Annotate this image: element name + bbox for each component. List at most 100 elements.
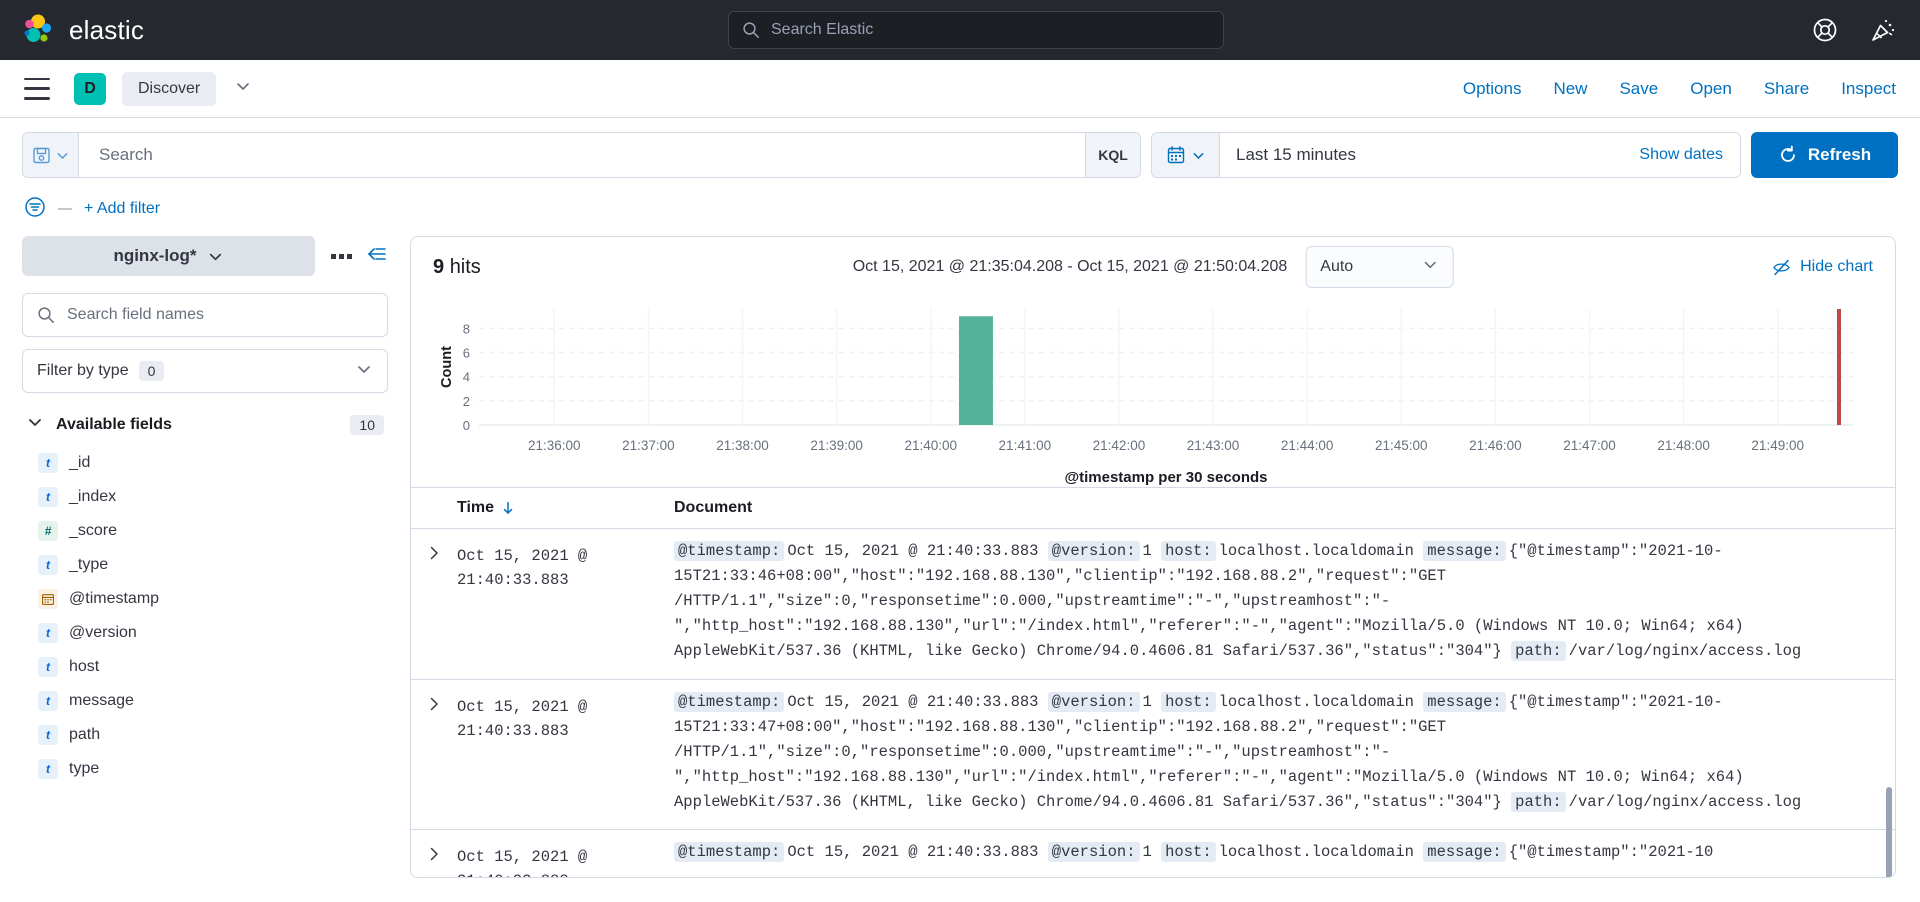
hits-label: hits: [449, 255, 481, 278]
menu-toggle-icon[interactable]: [24, 77, 50, 100]
field-item-type[interactable]: t _type: [22, 548, 388, 582]
hide-chart-button[interactable]: Hide chart: [1772, 258, 1873, 277]
column-header-time-label: Time: [457, 499, 495, 516]
doc-field-key: @version:: [1047, 541, 1140, 561]
x-tick-label: 21:42:00: [1093, 438, 1146, 453]
nav-new-button[interactable]: New: [1553, 79, 1587, 99]
nav-save-button[interactable]: Save: [1619, 79, 1658, 99]
field-name: _score: [69, 522, 118, 539]
field-type-string-icon: t: [38, 691, 58, 711]
chevron-down-icon[interactable]: [234, 77, 252, 100]
date-quick-select-button[interactable]: [1152, 133, 1220, 177]
field-item-type[interactable]: t type: [22, 752, 388, 786]
available-fields-label: Available fields: [56, 415, 172, 433]
expand-row-icon[interactable]: [411, 840, 457, 877]
document-table-header: Time Document: [411, 487, 1895, 529]
top-nav-actions: Options New Save Open Share Inspect: [1463, 79, 1896, 99]
doc-field-key: host:: [1161, 842, 1216, 863]
saved-query-button[interactable]: [23, 133, 79, 177]
expand-row-icon[interactable]: [411, 690, 457, 816]
nav-options-button[interactable]: Options: [1463, 79, 1522, 99]
query-bar: Search KQL Last 15 minutes Show dates Re…: [0, 118, 1920, 178]
x-tick-label: 21:36:00: [528, 438, 581, 453]
date-range-value[interactable]: Last 15 minutes: [1220, 145, 1639, 165]
y-tick-label: 4: [463, 370, 470, 385]
field-item-timestamp[interactable]: @timestamp: [22, 582, 388, 616]
refresh-button[interactable]: Refresh: [1751, 132, 1898, 178]
field-search-placeholder: Search field names: [67, 306, 204, 323]
global-header: elastic Search Elastic: [0, 0, 1920, 60]
hits-number: 9: [433, 255, 445, 278]
chevron-down-icon: [209, 253, 221, 260]
chart-header: 9 hits Oct 15, 2021 @ 21:35:04.208 - Oct…: [411, 237, 1895, 297]
column-header-document[interactable]: Document: [674, 499, 752, 517]
doc-field-value: localhost.localdomain: [1218, 692, 1424, 711]
table-row[interactable]: Oct 15, 2021 @ 21:40:33.883@timestamp:Oc…: [411, 830, 1895, 877]
filter-divider: [58, 208, 72, 210]
doc-field-key: host:: [1161, 691, 1216, 712]
field-item-score[interactable]: # _score: [22, 514, 388, 548]
column-header-time[interactable]: Time: [411, 499, 674, 517]
chevron-down-icon: [1193, 152, 1203, 159]
breadcrumb-discover[interactable]: Discover: [122, 71, 217, 106]
field-name: type: [69, 760, 100, 777]
index-pattern-row: nginx-log*: [22, 236, 388, 276]
field-name: _id: [69, 454, 91, 471]
field-search-input[interactable]: Search field names: [22, 293, 388, 337]
filter-by-type-count: 0: [138, 361, 165, 381]
nav-share-button[interactable]: Share: [1764, 79, 1809, 99]
filter-by-type-select[interactable]: Filter by type 0: [22, 349, 388, 393]
elastic-logo-icon: [24, 14, 52, 42]
query-language-button[interactable]: KQL: [1085, 133, 1140, 177]
available-fields-header[interactable]: Available fields 10: [22, 413, 388, 436]
doc-field-value: localhost.localdomain: [1218, 542, 1424, 560]
filter-by-type-label: Filter by type: [37, 362, 129, 379]
field-item-message[interactable]: t message: [22, 684, 388, 718]
index-pattern-selector[interactable]: nginx-log*: [22, 236, 315, 276]
field-item-version[interactable]: t @version: [22, 616, 388, 650]
interval-value: Auto: [1320, 258, 1354, 275]
add-filter-button[interactable]: + Add filter: [84, 200, 160, 218]
doc-field-value: 1: [1142, 843, 1162, 862]
table-scrollbar[interactable]: [1886, 787, 1892, 877]
doc-field-value: localhost.localdomain: [1218, 843, 1424, 862]
field-actions-icon[interactable]: [331, 253, 352, 259]
field-item-host[interactable]: t host: [22, 650, 388, 684]
collapse-sidebar-icon[interactable]: [366, 244, 388, 269]
announcements-icon[interactable]: [1870, 17, 1896, 43]
nav-inspect-button[interactable]: Inspect: [1841, 79, 1896, 99]
expand-row-icon[interactable]: [411, 539, 457, 665]
show-dates-button[interactable]: Show dates: [1639, 146, 1740, 164]
x-axis-label: @timestamp per 30 seconds: [1064, 469, 1267, 486]
cell-time: Oct 15, 2021 @ 21:40:33.883: [457, 848, 588, 877]
field-name: _index: [69, 488, 117, 505]
x-tick-label: 21:41:00: [999, 438, 1052, 453]
histogram-bar[interactable]: [958, 316, 993, 425]
field-name: _type: [69, 556, 109, 573]
filter-options-icon[interactable]: [24, 196, 46, 223]
doc-field-value: 1: [1142, 692, 1162, 711]
x-tick-label: 21:48:00: [1657, 438, 1710, 453]
x-tick-label: 21:47:00: [1563, 438, 1616, 453]
field-item-path[interactable]: t path: [22, 718, 388, 752]
nav-open-button[interactable]: Open: [1690, 79, 1732, 99]
query-input[interactable]: Search: [79, 133, 1085, 177]
query-input-group: Search KQL: [22, 132, 1141, 178]
table-row[interactable]: Oct 15, 2021 @ 21:40:33.883@timestamp:Oc…: [411, 529, 1895, 680]
field-type-string-icon: t: [38, 487, 58, 507]
interval-select[interactable]: Auto: [1305, 246, 1454, 288]
help-icon[interactable]: [1812, 17, 1838, 43]
field-item-index[interactable]: t _index: [22, 480, 388, 514]
doc-field-key: message:: [1423, 541, 1506, 561]
field-name: message: [69, 692, 134, 709]
y-tick-label: 6: [463, 346, 470, 361]
field-item-id[interactable]: t _id: [22, 446, 388, 480]
available-fields-count: 10: [350, 414, 384, 435]
global-search-input[interactable]: Search Elastic: [728, 11, 1224, 49]
doc-field-value: Oct 15, 2021 @ 21:40:33.883: [787, 692, 1048, 711]
refresh-icon: [1780, 145, 1795, 162]
save-icon: [32, 147, 50, 163]
table-row[interactable]: Oct 15, 2021 @ 21:40:33.883@timestamp:Oc…: [411, 680, 1895, 831]
brand[interactable]: elastic: [0, 13, 144, 47]
histogram-chart[interactable]: 0 2 4 6 8 21:36:00 21:37:00 21:38:00 21:39:00 21:…: [411, 297, 1895, 487]
